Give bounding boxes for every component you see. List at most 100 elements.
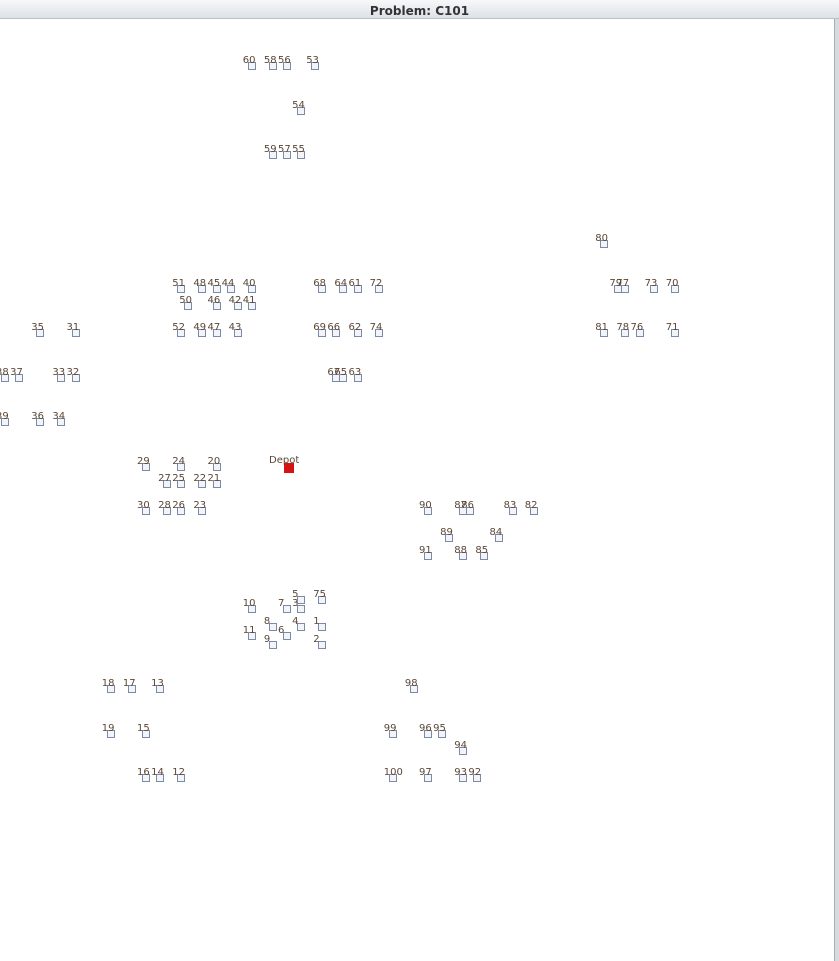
customer-label: 11 (242, 624, 256, 636)
customer-label: 12 (172, 767, 185, 778)
customer-node: 39 (0, 411, 9, 426)
customer-node: 40 (243, 278, 256, 293)
customer-label: 41 (242, 295, 256, 307)
customer-label: 47 (207, 322, 221, 333)
customer-label: 14 (151, 767, 164, 778)
customer-label: 32 (66, 366, 80, 378)
customer-label: 23 (193, 500, 207, 511)
customer-node: 9 (264, 634, 277, 649)
customer-node: 64 (334, 278, 348, 293)
customer-node: 12 (172, 767, 186, 782)
customer-node: 24 (172, 456, 186, 471)
customer-node: 14 (151, 767, 165, 782)
customer-label: 76 (630, 322, 644, 333)
customer-node: 66 (327, 322, 341, 337)
customer-label: 24 (172, 455, 185, 467)
customer-node: 87 (454, 500, 468, 515)
customer-label: 49 (193, 322, 207, 333)
customer-node: 22 (193, 473, 207, 489)
customer-label: 44 (221, 277, 235, 289)
vertical-scrollbar[interactable] (835, 19, 839, 961)
customer-node: 33 (52, 367, 66, 382)
customer-node: 77 (616, 278, 630, 293)
customer-node: 94 (454, 740, 468, 756)
customer-node: 68 (313, 278, 327, 293)
customer-label: 26 (172, 500, 185, 511)
customer-label: 31 (66, 322, 80, 333)
customer-label: 54 (292, 99, 305, 111)
customer-node: 35 (31, 322, 45, 337)
customer-node: 85 (475, 545, 489, 560)
customer-node: 98 (405, 678, 418, 693)
customer-node: 56 (278, 55, 291, 70)
customer-node: 80 (595, 233, 609, 248)
customer-node: 69 (313, 322, 327, 337)
customer-node: 43 (229, 322, 242, 337)
customer-label: 62 (348, 322, 362, 333)
customer-node: 84 (490, 527, 503, 542)
customer-label: 89 (440, 526, 453, 538)
customer-label: 90 (419, 500, 432, 511)
customer-node: 25 (172, 473, 186, 489)
customer-label: 10 (242, 597, 256, 609)
customer-node: 83 (504, 500, 517, 515)
customer-label: 30 (137, 500, 150, 511)
customer-label: 97 (419, 767, 432, 778)
customer-node: 28 (158, 500, 172, 515)
customer-node: 86 (461, 500, 475, 515)
customer-node: 6 (278, 625, 291, 640)
customer-label: 51 (172, 277, 185, 289)
customer-node: 58 (264, 55, 277, 70)
customer-node: 7 (278, 598, 291, 613)
customer-node: 78 (616, 322, 630, 337)
problem-plot-canvas: 1 2 3 4 5 6 7 8 9 10 11 12 13 14 15 16 17 18 19 20 21 22 23 24 2… (0, 19, 835, 961)
customer-node: 88 (454, 545, 468, 560)
customer-node: 46 (208, 295, 221, 311)
customer-label: 22 (193, 473, 207, 485)
app-window: Problem: C101 1 2 3 4 5 6 7 8 9 10 11 12 13 14 15 16 17 1… (0, 0, 839, 961)
customer-label: 80 (595, 233, 608, 244)
customer-node: 60 (243, 55, 256, 70)
depot-node: Depot (269, 455, 299, 473)
customer-label: 19 (101, 722, 115, 734)
customer-node: 8 (264, 616, 277, 631)
customer-node: 11 (243, 625, 256, 640)
customer-node: 19 (102, 723, 115, 738)
customer-node: 82 (525, 500, 538, 515)
customer-node: 67 (327, 367, 341, 382)
customer-node: 81 (595, 322, 609, 337)
customer-label: 28 (158, 500, 171, 511)
customer-node: 18 (102, 678, 115, 693)
customer-label: 96 (419, 722, 432, 734)
customer-node: 72 (370, 278, 383, 293)
customer-label: 13 (151, 678, 164, 689)
customer-label: 59 (263, 144, 277, 155)
customer-label: 72 (369, 277, 383, 289)
customer-label: 38 (0, 366, 9, 378)
customer-node: 10 (243, 598, 256, 613)
customer-label: 33 (52, 366, 66, 378)
customer-node: 61 (349, 278, 362, 293)
customer-node: 44 (222, 278, 235, 293)
customer-node: 45 (208, 278, 221, 293)
customer-node: 90 (419, 500, 432, 515)
customer-label: 87 (454, 500, 467, 511)
customer-label: 20 (207, 455, 221, 467)
customer-node: 62 (349, 322, 362, 337)
customer-label: 42 (228, 295, 242, 307)
customer-label: 98 (404, 678, 418, 689)
customer-label: 27 (158, 473, 171, 485)
customer-label: 95 (433, 722, 446, 734)
customer-label: 100 (383, 767, 403, 778)
customer-label: 34 (52, 411, 66, 422)
customer-label: 53 (306, 55, 319, 66)
customer-node: 3 (292, 598, 306, 613)
window-title: Problem: C101 (369, 4, 470, 18)
customer-node: 34 (52, 411, 66, 426)
customer-node: 99 (384, 723, 397, 738)
customer-node: 71 (666, 322, 679, 337)
customer-node: 2 (313, 634, 327, 649)
customer-label: 74 (369, 322, 383, 333)
customer-label: 35 (31, 322, 44, 333)
customer-node: 100 (384, 767, 403, 782)
